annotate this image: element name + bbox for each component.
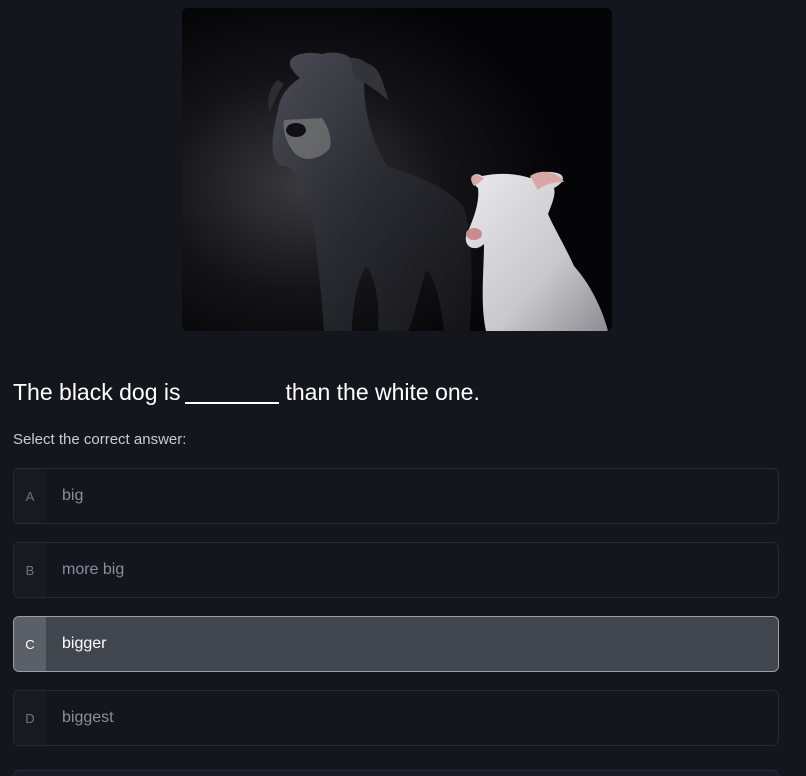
quiz-page: The black dog is than the white one. Sele…: [0, 0, 806, 776]
answer-option-d[interactable]: D biggest: [13, 690, 779, 746]
question-image: [182, 8, 612, 331]
question-text-before: The black dog is: [13, 379, 181, 405]
answer-prompt: Select the correct answer:: [13, 431, 187, 448]
option-label: more big: [62, 561, 125, 578]
option-label: biggest: [62, 709, 114, 726]
question-text: The black dog is than the white one.: [13, 374, 480, 408]
answer-option-a[interactable]: A big: [13, 468, 779, 524]
option-label: big: [62, 487, 84, 504]
answer-option-b[interactable]: B more big: [13, 542, 779, 598]
option-label: bigger: [62, 635, 107, 652]
option-letter: D: [14, 691, 46, 745]
question-text-after: than the white one.: [285, 379, 480, 405]
answer-option-c[interactable]: C bigger: [13, 616, 779, 672]
answer-blank: [185, 378, 280, 404]
option-letter: C: [14, 617, 46, 671]
next-option-partial: [13, 770, 779, 776]
dogs-illustration: [182, 8, 612, 331]
option-letter: A: [14, 469, 46, 523]
option-letter: B: [14, 543, 46, 597]
